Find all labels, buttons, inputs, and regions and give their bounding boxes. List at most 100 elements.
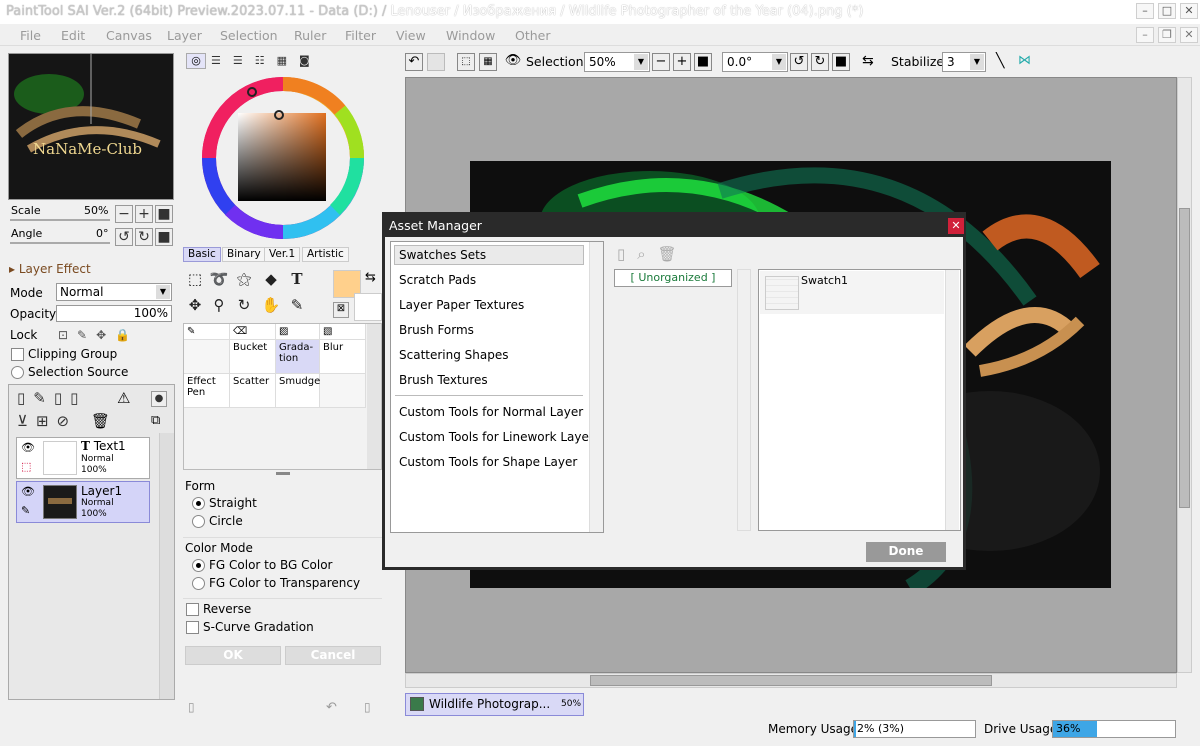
doc-restore-button[interactable]: ❐ (1158, 27, 1176, 43)
zoom-reset-button[interactable]: ■ (155, 205, 173, 223)
lock-icons[interactable]: ⊡✎✥🔒 (58, 328, 139, 342)
selection-visibility-icon[interactable]: 👁 (504, 53, 522, 71)
brush-cell-empty[interactable] (184, 340, 230, 374)
layer-scrollbar[interactable] (159, 433, 174, 699)
brush-cell[interactable]: ▧ (320, 324, 366, 340)
zoom-in-button[interactable]: + (135, 205, 153, 223)
menu-layer[interactable]: Layer (167, 28, 202, 43)
menu-ruler[interactable]: Ruler (294, 28, 326, 43)
menu-window[interactable]: Window (446, 28, 495, 43)
done-button[interactable]: Done (866, 542, 946, 562)
dialog-title-bar[interactable]: Asset Manager (385, 215, 963, 237)
dialog-close-button[interactable]: ✕ (948, 218, 964, 234)
menu-selection[interactable]: Selection (220, 28, 278, 43)
doc-minimize-button[interactable]: – (1136, 27, 1154, 43)
invert-selection-icon[interactable]: ▦ (479, 53, 497, 71)
shape-icon[interactable]: ◆ (261, 270, 281, 290)
group-unorganized[interactable]: [ Unorganized ] (614, 269, 732, 287)
scrollbar-thumb[interactable] (590, 675, 992, 686)
category-item[interactable]: Brush Forms (399, 323, 474, 337)
vertical-scrollbar[interactable] (1177, 77, 1192, 673)
category-scrollbar[interactable] (589, 242, 603, 532)
menu-view[interactable]: View (396, 28, 426, 43)
layer-effect-header[interactable]: ▸ Layer Effect (9, 262, 91, 276)
brush-bucket[interactable]: Bucket (230, 340, 276, 374)
zoom-out-button[interactable]: − (652, 53, 670, 71)
category-item[interactable]: Layer Paper Textures (399, 298, 524, 312)
magic-wand-icon[interactable]: ⚝ (234, 270, 254, 290)
s-curve-checkbox[interactable] (186, 621, 199, 634)
clipping-group-checkbox[interactable] (11, 348, 24, 361)
brush-cell[interactable]: ✎ (184, 324, 230, 340)
opacity-field[interactable]: 100% (56, 305, 172, 322)
text-tool-icon[interactable]: T (287, 270, 307, 290)
mask-icon[interactable]: ⚠ (117, 389, 130, 407)
background-color-swatch[interactable] (354, 293, 382, 321)
brush-smudge[interactable]: Smudge (276, 374, 320, 408)
category-item[interactable]: Brush Textures (399, 373, 488, 387)
tab-ver1[interactable]: Ver.1 (264, 247, 301, 262)
rotate-right-button[interactable]: ↻ (811, 53, 829, 71)
menu-file[interactable]: File (20, 28, 41, 43)
close-button[interactable]: ✕ (1180, 3, 1198, 19)
doc-close-button[interactable]: ✕ (1180, 27, 1198, 43)
blend-mode-select[interactable]: Normal ▼ (56, 283, 172, 301)
group-scrollbar[interactable] (737, 269, 751, 531)
rotate-right-button[interactable]: ↻ (135, 228, 153, 246)
brush-gradation[interactable]: Grada- tion (276, 340, 320, 374)
zoom-icon[interactable]: ⚲ (209, 296, 229, 316)
brush-effect-pen[interactable]: Effect Pen (184, 374, 230, 408)
zoom-reset-button[interactable]: ■ (694, 53, 712, 71)
eyedropper-icon[interactable]: ✎ (287, 296, 307, 316)
brush-cell-empty[interactable] (320, 374, 366, 408)
undo-icon[interactable]: ↶ (326, 700, 337, 715)
transparent-toggle[interactable]: ⊠ (333, 302, 349, 318)
horizontal-scrollbar[interactable] (405, 673, 1177, 688)
layer-row-layer1[interactable]: 👁 ✎ Layer1 Normal 100% (16, 481, 150, 523)
deselect-icon[interactable]: ⬚ (457, 53, 475, 71)
menu-filter[interactable]: Filter (345, 28, 376, 43)
brush-scrollbar[interactable] (367, 324, 381, 469)
rect-select-icon[interactable]: ⬚ (185, 270, 205, 290)
symmetry-icon[interactable]: ⋈ (1018, 53, 1031, 68)
save-icon[interactable]: ▯ (364, 700, 371, 714)
eye-icon[interactable]: 👁 (21, 485, 35, 498)
zoom-select[interactable]: 50% ▼ (584, 52, 650, 72)
color-mode-icons[interactable]: ☰☰☷▦◙ (211, 54, 322, 67)
reverse-checkbox[interactable] (186, 603, 199, 616)
asset-scrollbar[interactable] (945, 270, 959, 530)
rotate-reset-button[interactable]: ■ (832, 53, 850, 71)
lasso-icon[interactable]: ➰ (209, 270, 229, 290)
line-tool-icon[interactable]: ╲ (996, 53, 1004, 69)
angle-slider[interactable] (10, 242, 110, 244)
asset-action-icons[interactable]: ▯⌕🗑 (617, 245, 689, 263)
brush-cell[interactable]: ⌫ (230, 324, 276, 340)
menu-edit[interactable]: Edit (61, 28, 85, 43)
menu-other[interactable]: Other (515, 28, 551, 43)
undo-button[interactable]: ↶ (405, 53, 423, 71)
swap-colors-icon[interactable]: ⇆ (365, 270, 376, 285)
layer-action-icons[interactable]: ▯✎▯▯ (17, 389, 86, 407)
layer-row-text1[interactable]: 👁 ⬚ T Text1 Normal 100% (16, 437, 150, 479)
brush-blur[interactable]: Blur (320, 340, 366, 374)
rotation-select[interactable]: 0.0° ▼ (722, 52, 788, 72)
straight-radio[interactable] (192, 497, 205, 510)
eye-icon[interactable]: 👁 (21, 441, 35, 454)
fg-to-transparency-radio[interactable] (192, 577, 205, 590)
minimize-button[interactable]: – (1136, 3, 1154, 19)
zoom-in-button[interactable]: + (673, 53, 691, 71)
circle-radio[interactable] (192, 515, 205, 528)
rotate-left-button[interactable]: ↺ (790, 53, 808, 71)
category-item[interactable]: Custom Tools for Linework Layer (399, 430, 594, 444)
category-item[interactable]: Scattering Shapes (399, 348, 509, 362)
zoom-out-button[interactable]: − (115, 205, 133, 223)
scrollbar-thumb[interactable] (1179, 208, 1190, 508)
tab-binary[interactable]: Binary (222, 247, 266, 262)
maximize-button[interactable]: □ (1158, 3, 1176, 19)
layer-footer-icon[interactable]: ▯ (188, 700, 195, 714)
stabilizer-select[interactable]: 3 ▼ (942, 52, 986, 72)
scale-slider[interactable] (10, 219, 110, 221)
brush-cell[interactable]: ▨ (276, 324, 320, 340)
brush-scatter[interactable]: Scatter (230, 374, 276, 408)
layer-merge-icons[interactable]: ⊻⊞⊘ (17, 412, 77, 430)
